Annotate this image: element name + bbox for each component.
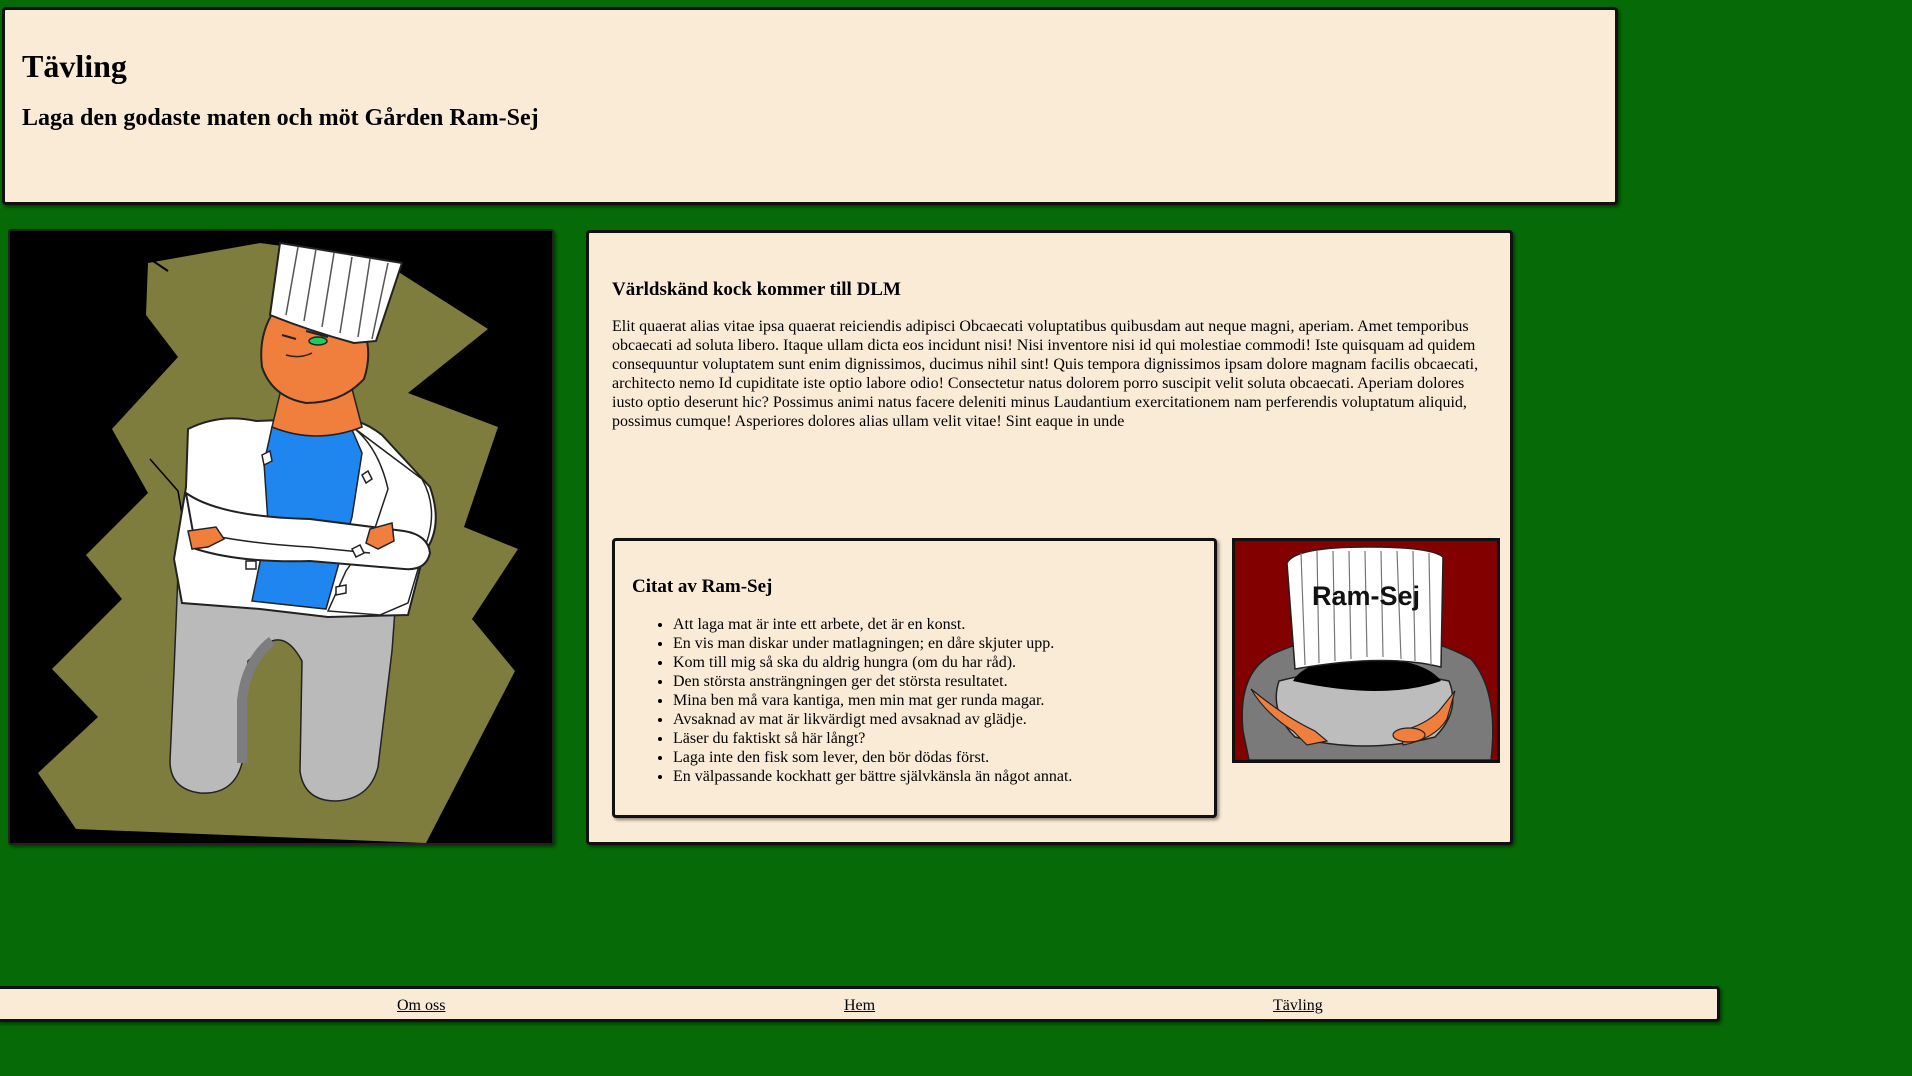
nav-link-tavling[interactable]: Tävling [1273,997,1323,1015]
quotes-panel: Citat av Ram-Sej Att laga mat är inte et… [612,538,1217,818]
quote-item: Att laga mat är inte ett arbete, det är … [673,615,1072,634]
page-title: Tävling [22,48,127,84]
quote-item: Läser du faktiskt så här långt? [673,729,1072,748]
quote-item: Laga inte den fisk som lever, den bör dö… [673,748,1072,767]
quotes-list: Att laga mat är inte ett arbete, det är … [632,615,1072,786]
chef-illustration [8,229,554,845]
quote-item: Kom till mig så ska du aldrig hungra (om… [673,653,1072,672]
quote-item: Mina ben må vara kantiga, men min mat ge… [673,691,1072,710]
footer-nav: Om oss Hem Tävling [0,986,1720,1022]
quote-item: En vis man diskar under matlagningen; en… [673,634,1072,653]
article-body: Elit quaerat alias vitae ipsa quaerat re… [612,318,1479,430]
quote-item: Den största ansträngningen ger det störs… [673,672,1072,691]
nav-link-om-oss[interactable]: Om oss [397,997,445,1015]
page-header: Tävling Laga den godaste maten och möt G… [2,7,1618,205]
quotes-heading: Citat av Ram-Sej [632,576,773,597]
badge-label: Ram-Sej [1311,581,1421,611]
page-subtitle: Laga den godaste maten och möt Gården Ra… [22,105,539,131]
article-heading: Världskänd kock kommer till DLM [612,279,901,300]
nav-link-hem[interactable]: Hem [844,997,875,1015]
quote-item: Avsaknad av mat är likvärdigt med avsakn… [673,710,1072,729]
ram-sej-badge-image: Ram-Sej [1232,538,1500,763]
quote-item: En välpassande kockhatt ger bättre själv… [673,767,1072,786]
